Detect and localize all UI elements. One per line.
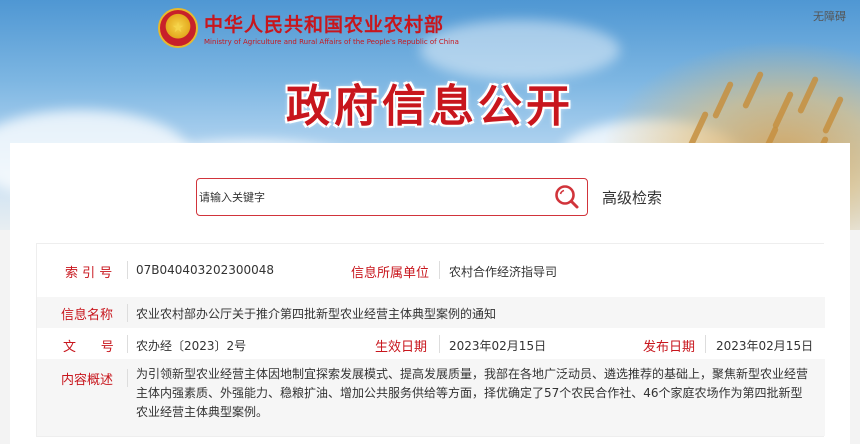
accessibility-link[interactable]: 无障碍: [813, 8, 846, 24]
table-row: 文 号 农办经〔2023〕2号 生效日期 2023年02月15日 发布日期 20…: [37, 328, 825, 359]
site-name-en: Ministry of Agriculture and Rural Affair…: [204, 38, 459, 46]
document-info-table: 索 引 号 07B040403202300048 信息所属单位 农村合作经济指导…: [36, 243, 825, 437]
doc-number-label: 文 号: [63, 340, 114, 355]
table-row: 索 引 号 07B040403202300048 信息所属单位 农村合作经济指导…: [37, 244, 825, 297]
publish-date-value: 2023年02月15日: [716, 339, 814, 353]
title-value: 农业农村部办公厅关于推介第四批新型农业经营主体典型案例的通知: [136, 307, 497, 321]
national-emblem-icon: ★: [158, 8, 198, 48]
site-logo[interactable]: ★ 中华人民共和国农业农村部 Ministry of Agriculture a…: [158, 8, 459, 48]
effective-date-label: 生效日期: [375, 340, 428, 355]
advanced-search-link[interactable]: 高级检索: [602, 187, 662, 208]
summary-label: 内容概述: [61, 373, 114, 388]
publish-date-label: 发布日期: [643, 340, 696, 355]
search-input[interactable]: [197, 179, 547, 215]
search-box: [196, 178, 588, 216]
doc-number-value: 农办经〔2023〕2号: [136, 339, 247, 353]
page-title: 政府信息公开: [286, 81, 574, 132]
table-row: 信息名称 农业农村部办公厅关于推介第四批新型农业经营主体典型案例的通知: [37, 297, 825, 328]
index-label: 索 引 号: [65, 266, 113, 281]
site-name-cn: 中华人民共和国农业农村部: [204, 14, 445, 36]
title-label: 信息名称: [61, 308, 114, 323]
table-row: 内容概述 为引领新型农业经营主体因地制宜探索发展模式、提高发展质量，我部在各地广…: [37, 359, 825, 436]
summary-value: 为引领新型农业经营主体因地制宜探索发展模式、提高发展质量，我部在各地广泛动员、遴…: [136, 367, 809, 419]
index-value: 07B040403202300048: [136, 263, 275, 277]
org-value: 农村合作经济指导司: [449, 265, 558, 279]
effective-date-value: 2023年02月15日: [449, 339, 547, 353]
search-icon[interactable]: [547, 179, 587, 215]
org-label: 信息所属单位: [351, 266, 430, 281]
